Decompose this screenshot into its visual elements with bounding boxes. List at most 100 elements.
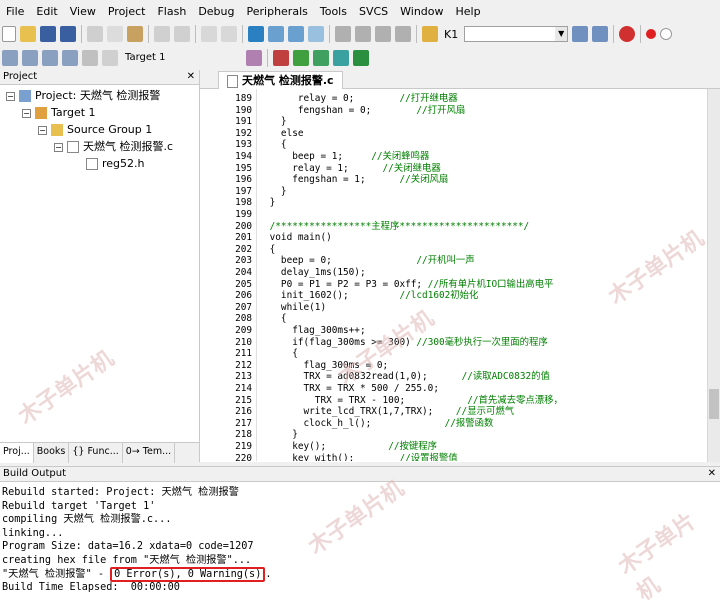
tree-item-source-group[interactable]: − Source Group 1 [38, 122, 152, 138]
stop-build-icon[interactable] [102, 50, 118, 66]
tree-item-target[interactable]: − Target 1 [22, 105, 96, 121]
cut-icon[interactable] [87, 26, 103, 42]
bookmark-icon[interactable] [248, 26, 264, 42]
new-file-icon[interactable] [2, 26, 16, 42]
target-label-k1: K1 [444, 27, 459, 41]
indent-icon[interactable] [335, 26, 351, 42]
scrollbar-thumb[interactable] [709, 389, 719, 419]
pack-installer-icon[interactable] [313, 50, 329, 66]
build-output-panel: Build Output ✕ Rebuild started: Project: … [0, 466, 720, 610]
menu-peripherals[interactable]: Peripherals [241, 5, 314, 18]
uncomment-icon[interactable] [395, 26, 411, 42]
menu-help[interactable]: Help [450, 5, 487, 18]
tree-item-project[interactable]: − Project: 天燃气 检测报警 [6, 88, 160, 104]
line-number: 205 [235, 278, 252, 290]
tab-templates[interactable]: 0→ Tem... [123, 443, 176, 463]
menu-file[interactable]: File [0, 5, 30, 18]
incremental-find-icon[interactable] [592, 26, 609, 42]
line-number: 212 [235, 359, 252, 371]
debug-start-icon[interactable] [619, 26, 636, 42]
line-number: 199 [235, 209, 252, 220]
menu-svcs[interactable]: SVCS [353, 5, 394, 18]
comment-icon[interactable] [375, 26, 391, 42]
close-icon[interactable]: ✕ [187, 70, 195, 84]
menu-tools[interactable]: Tools [314, 5, 353, 18]
line-number: 216 [235, 406, 252, 418]
code-text: { [264, 139, 287, 151]
bookmark-next-icon[interactable] [288, 26, 304, 42]
download-icon[interactable] [82, 50, 98, 66]
menu-debug[interactable]: Debug [192, 5, 240, 18]
toolbar-separator [267, 49, 268, 67]
line-number: 191 [235, 116, 252, 128]
menu-project[interactable]: Project [102, 5, 152, 18]
rte-icon[interactable] [293, 50, 309, 66]
breakpoint-icon[interactable] [646, 29, 657, 39]
toolbar-separator [242, 25, 243, 43]
tab-books[interactable]: Books [34, 443, 70, 463]
target-options-icon[interactable] [246, 50, 262, 66]
code-area[interactable]: 189 relay = 0; //打开继电器 190 fengshan = 0; … [200, 89, 708, 461]
target-select[interactable]: Target 1 [122, 50, 242, 66]
collapse-icon[interactable]: − [22, 108, 31, 118]
menu-edit[interactable]: Edit [30, 5, 63, 18]
target-select-value: Target 1 [125, 52, 166, 63]
tree-item-source-file[interactable]: − 天燃气 检测报警.c [54, 139, 173, 155]
code-text: } [264, 197, 276, 209]
c-file-icon [67, 141, 79, 153]
collapse-icon[interactable]: − [54, 142, 63, 152]
select-software-packs-icon[interactable] [333, 50, 349, 66]
pack-icon[interactable] [353, 50, 369, 66]
rebuild-icon[interactable] [42, 50, 58, 66]
line-number: 195 [235, 162, 252, 174]
copy-icon[interactable] [107, 26, 123, 42]
bookmark-prev-icon[interactable] [268, 26, 284, 42]
bookmark-clear-icon[interactable] [308, 26, 324, 42]
build-result-highlight: 0 Error(s), 0 Warning(s) [110, 567, 266, 582]
code-text: } [264, 116, 287, 128]
toolbar-separator [195, 25, 196, 43]
close-icon[interactable]: ✕ [708, 467, 716, 481]
line-number: 211 [235, 348, 252, 360]
save-icon[interactable] [40, 26, 56, 42]
toolbar-build: Target 1 [0, 46, 720, 71]
line-number: 214 [235, 383, 252, 394]
manage-components-icon[interactable] [273, 50, 289, 66]
nav-back-icon[interactable] [201, 26, 217, 42]
tab-functions[interactable]: {} Func... [69, 443, 123, 463]
menu-window[interactable]: Window [394, 5, 449, 18]
code-text: TRX = TRX - 100; //首先减去零点漂移， [264, 394, 563, 406]
line-number: 203 [235, 255, 252, 267]
collapse-icon[interactable]: − [6, 91, 15, 101]
collapse-icon[interactable]: − [38, 125, 47, 135]
paste-icon[interactable] [127, 26, 143, 42]
toolbar-separator [148, 25, 149, 43]
find-icon[interactable] [572, 26, 589, 42]
build-icon[interactable] [22, 50, 38, 66]
project-panel-title-text: Project [3, 71, 38, 82]
unindent-icon[interactable] [355, 26, 371, 42]
line-number: 219 [235, 441, 252, 452]
code-text: relay = 1; //关闭继电器 [264, 162, 441, 174]
nav-forward-icon[interactable] [221, 26, 237, 42]
tab-project[interactable]: Proj... [0, 443, 34, 463]
open-folder-icon[interactable] [20, 26, 36, 42]
tree-item-header-file[interactable]: reg52.h [86, 156, 145, 172]
undo-icon[interactable] [154, 26, 170, 42]
line-number: 196 [235, 174, 252, 186]
find-combo[interactable]: ▼ [464, 26, 569, 42]
breakpoint-disable-icon[interactable] [660, 28, 673, 40]
line-number: 213 [235, 371, 252, 383]
translate-icon[interactable] [2, 50, 18, 66]
batch-build-icon[interactable] [62, 50, 78, 66]
toolbar-separator [329, 25, 330, 43]
menu-view[interactable]: View [64, 5, 102, 18]
redo-icon[interactable] [174, 26, 190, 42]
line-number: 218 [235, 429, 252, 441]
menu-flash[interactable]: Flash [151, 5, 192, 18]
save-all-icon[interactable] [60, 26, 76, 42]
find-in-files-icon[interactable] [422, 26, 438, 42]
editor-vertical-scrollbar[interactable] [707, 89, 720, 462]
tab-source-file[interactable]: 天燃气 检测报警.c [218, 71, 343, 89]
project-panel-title: Project ✕ [0, 70, 199, 85]
